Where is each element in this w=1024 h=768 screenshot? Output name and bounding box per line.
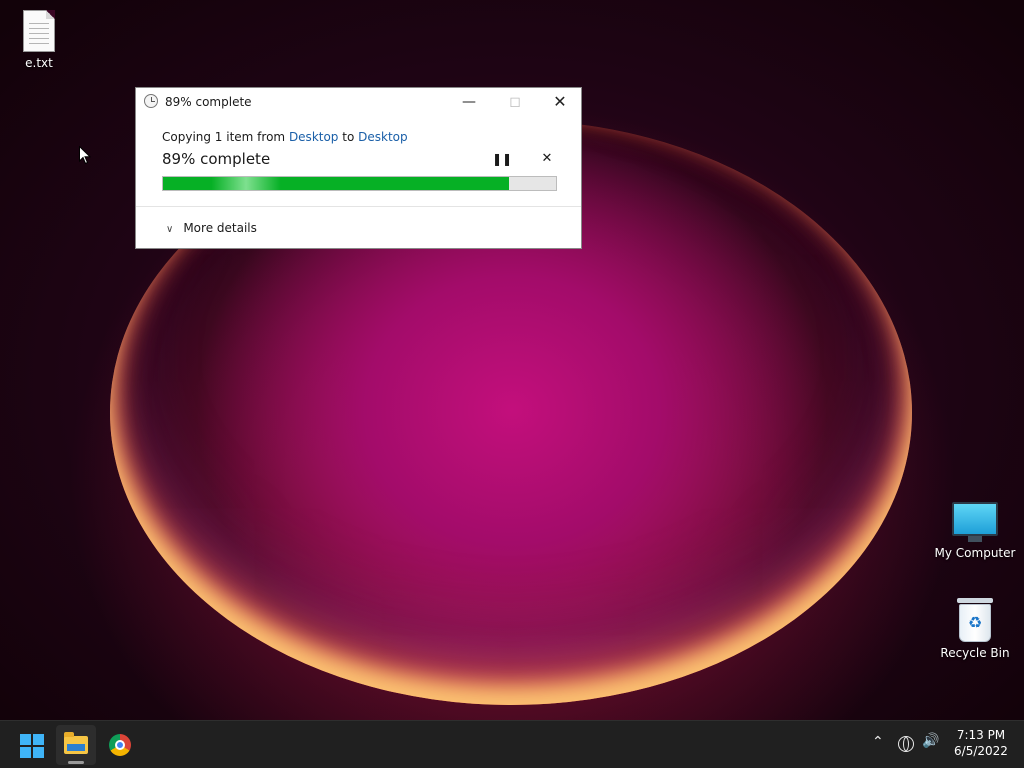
clock-time: 7:13 PM <box>956 728 1006 742</box>
volume-icon[interactable]: 🔊 <box>922 733 939 749</box>
taskbar: ⌃ 🔊 7:13 PM 6/5/2022 <box>0 720 1024 768</box>
desktop-icon-recycle-bin[interactable]: ♻ Recycle Bin <box>930 598 1020 660</box>
clock-date: 6/5/2022 <box>954 744 1008 758</box>
folder-icon <box>64 732 88 754</box>
maximize-button[interactable]: ◻ <box>492 88 538 116</box>
clock-icon <box>144 94 158 108</box>
more-details-toggle[interactable]: ∨ More details <box>166 221 257 235</box>
active-indicator <box>68 761 84 764</box>
copy-description: Copying 1 item from Desktop to Desktop <box>162 130 408 144</box>
progress-bar <box>162 176 557 191</box>
source-link[interactable]: Desktop <box>289 130 339 144</box>
dialog-title: 89% complete <box>165 95 252 109</box>
windows-logo-icon <box>20 734 44 758</box>
destination-link[interactable]: Desktop <box>358 130 408 144</box>
desktop-icon-etxt[interactable]: e.txt <box>0 10 84 70</box>
start-button[interactable] <box>12 725 52 765</box>
progress-fill <box>163 177 509 190</box>
chevron-down-icon: ∨ <box>166 224 174 235</box>
desktop-icon-label: My Computer <box>934 546 1016 560</box>
desktop-icon-label: e.txt <box>25 56 53 70</box>
show-hidden-icons-button[interactable]: ⌃ <box>872 734 884 750</box>
minimize-button[interactable]: — <box>446 88 492 116</box>
recycle-bin-icon: ♻ <box>957 598 993 642</box>
mouse-cursor-icon <box>79 146 91 165</box>
dialog-titlebar[interactable]: 89% complete — ◻ ✕ <box>136 88 581 116</box>
copy-prefix: Copying 1 item from <box>162 130 289 144</box>
cancel-copy-button[interactable]: ✕ <box>538 150 556 168</box>
desktop-icon-label: Recycle Bin <box>940 646 1010 660</box>
file-copy-dialog: 89% complete — ◻ ✕ Copying 1 item from D… <box>135 87 582 249</box>
progress-status: 89% complete <box>162 150 271 168</box>
desktop-icon-my-computer[interactable]: My Computer <box>930 502 1020 560</box>
pause-button[interactable]: ❚❚ <box>492 150 512 168</box>
monitor-icon <box>952 502 998 542</box>
chrome-icon <box>109 734 131 756</box>
taskbar-clock[interactable]: 7:13 PM 6/5/2022 <box>946 727 1016 759</box>
divider <box>136 206 581 207</box>
taskbar-file-explorer[interactable] <box>56 725 96 765</box>
close-button[interactable]: ✕ <box>537 88 583 116</box>
copy-mid: to <box>338 130 359 144</box>
text-file-icon <box>23 10 55 52</box>
taskbar-chrome[interactable] <box>100 725 140 765</box>
more-details-label: More details <box>183 221 257 235</box>
network-globe-icon[interactable] <box>898 736 914 752</box>
